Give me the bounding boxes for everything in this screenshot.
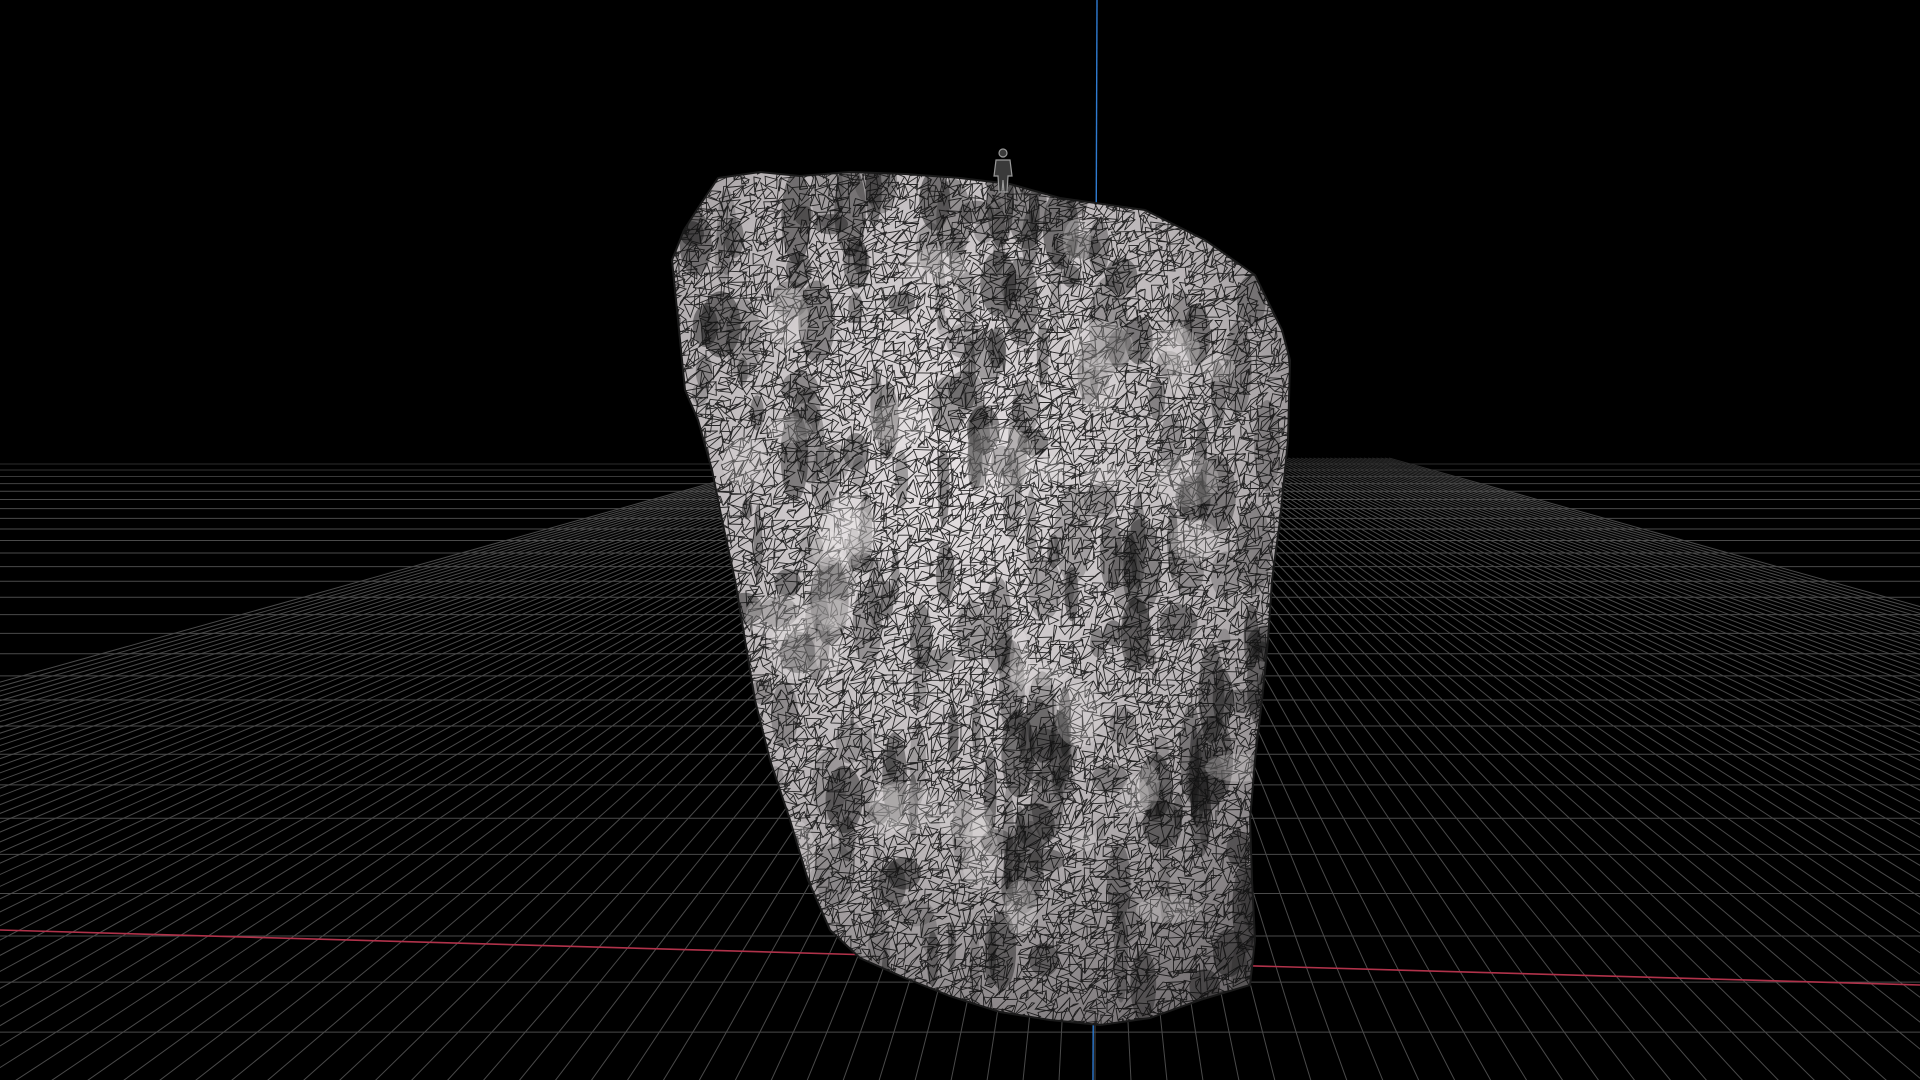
mesh-shadow-patch [1251,632,1266,654]
mesh-highlight-facet [1166,322,1192,398]
mesh-shadow-patch [835,720,863,764]
mesh-highlight-facet [1154,454,1219,507]
mesh-highlight-facet [767,416,813,443]
mesh-shadow-patch [919,172,951,231]
mesh-shadow-patch [750,395,764,431]
mesh-highlight-facet [961,817,999,893]
mesh-shadow-patch [972,689,981,761]
mesh-shadow-patch [1091,763,1128,793]
mesh-shadow-patch [1047,534,1060,569]
mesh-highlight-facet [1200,353,1236,382]
mesh-shadow-patch [1113,910,1128,1003]
mesh-shadow-patch [737,357,748,386]
mesh-shadow-patch [1130,949,1157,1021]
mesh-shadow-patch [931,375,968,434]
mesh-shadow-patch [1018,717,1027,755]
mesh-shadow-patch [1103,620,1123,647]
mesh-highlight-facet [1009,629,1031,697]
mesh-highlight-facet [722,436,768,487]
mesh-highlight-facet [1063,218,1092,265]
mesh-shadow-patch [1190,771,1212,857]
mesh-shadow-patch [980,251,1017,317]
mesh-shadow-patch [1012,379,1040,434]
mesh-shadow-patch [714,219,731,285]
mesh-shadow-patch [774,568,802,598]
mesh-shadow-patch [1145,647,1157,668]
mesh-shadow-patch [852,583,883,667]
mesh-shadow-patch [771,681,799,749]
mesh-shadow-patch [1210,551,1241,599]
mesh-shadow-patch [834,172,866,257]
mesh-shadow-patch [1159,604,1198,642]
mesh-shadow-patch [1061,573,1075,607]
mesh-highlight-facet [814,617,844,679]
mesh-highlight-facet [1037,455,1065,482]
mesh-shadow-patch [1025,489,1037,572]
mesh-shadow-patch [851,455,867,489]
mesh-highlight-facet [1054,682,1103,748]
mesh-shadow-patch [921,911,938,955]
mesh-shadow-patch [912,653,927,712]
mesh-highlight-facet [1083,463,1126,488]
mesh-highlight-facet [1169,519,1221,562]
mesh-shadow-patch [1014,805,1026,882]
mesh-shadow-patch [1226,830,1251,867]
mesh-shadow-patch [1096,817,1106,840]
mesh-highlight-facet [904,248,968,284]
mesh-shadow-patch [1036,319,1049,389]
mesh-highlight-facet [1077,357,1120,413]
mesh-shadow-patch [741,498,753,520]
mesh-shadow-patch [948,921,957,970]
mesh-highlight-facet [819,493,877,566]
mesh-highlight-facet [1135,896,1202,924]
mesh-shadow-patch [987,328,1006,369]
mesh-shadow-patch [894,450,909,508]
mesh-shadow-patch [753,504,763,583]
mesh-shadow-patch [838,815,856,862]
mesh-shadow-patch [1028,942,1059,977]
mesh-shadow-patch [823,444,850,481]
mesh-shadow-patch [1061,265,1081,288]
mesh-shadow-patch [969,925,980,1006]
mesh-shadow-patch [956,599,986,662]
mesh-highlight-facet [1135,764,1160,810]
mesh-shadow-patch [1088,218,1110,277]
mesh-highlight-facet [1071,831,1097,852]
mesh-shadow-patch [880,580,894,621]
mesh-shadow-patch [878,860,906,909]
mesh-shadow-patch [984,918,997,988]
mesh-shadow-patch [1099,516,1123,591]
mesh-shadow-patch [794,205,814,226]
mesh-shadow-patch [958,200,995,225]
3d-viewport[interactable] [0,0,1920,1080]
mesh-shadow-patch [1148,378,1166,421]
mesh-highlight-facet [961,424,1036,494]
mesh-highlight-facet [866,402,934,447]
mesh-shadow-patch [946,322,987,359]
mesh-shadow-patch [1235,503,1271,594]
mesh-shadow-patch [1109,707,1136,747]
mesh-shadow-patch [695,354,713,389]
mesh-shadow-patch [1218,628,1231,651]
mesh-shadow-patch [888,291,915,315]
mesh-shadow-patch [1090,628,1105,658]
mesh-shadow-patch [848,292,863,324]
mesh-shadow-patch [1027,848,1065,872]
mesh-shadow-patch [947,705,959,764]
mesh-highlight-facet [767,287,809,349]
mesh-shadow-patch [1253,400,1281,492]
mesh-shadow-patch [1151,734,1169,768]
mesh-shadow-patch [1198,643,1225,744]
mesh-highlight-facet [872,781,938,833]
mesh-shadow-patch [1130,497,1146,590]
mesh-shadow-patch [1003,783,1014,884]
mesh-highlight-facet [1003,879,1037,937]
mesh-shadow-patch [937,445,950,527]
viewport-canvas[interactable] [0,0,1920,1080]
mesh-shadow-patch [936,543,955,604]
